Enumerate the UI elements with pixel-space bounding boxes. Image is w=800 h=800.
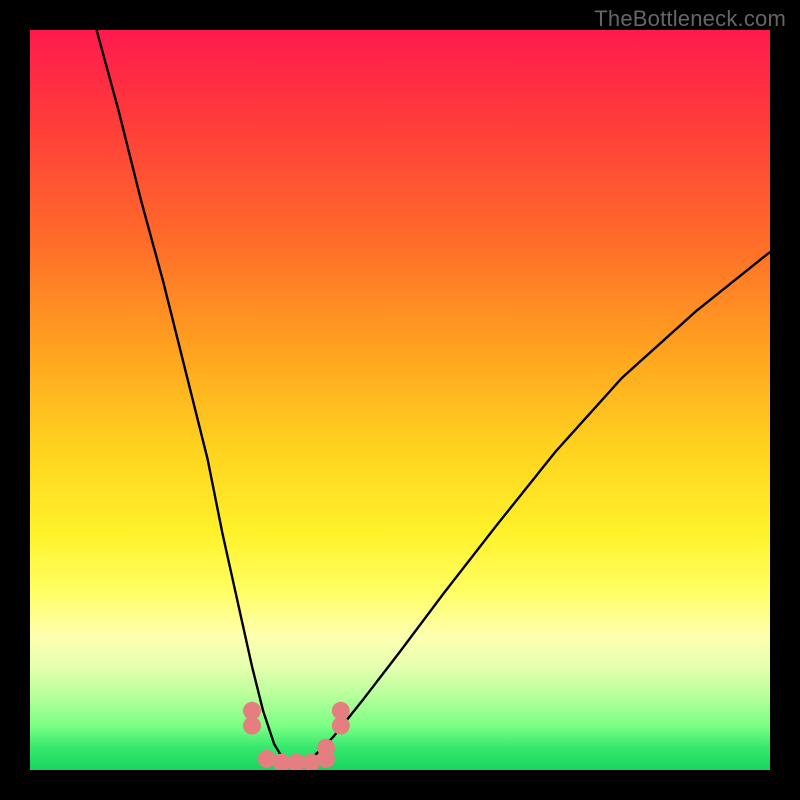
left-curve [97, 30, 297, 770]
watermark-text: TheBottleneck.com [594, 6, 786, 32]
optimal-marker [332, 702, 350, 720]
optimal-marker [317, 739, 335, 757]
chart-plot-area [30, 30, 770, 770]
chart-frame: TheBottleneck.com [0, 0, 800, 800]
chart-svg [30, 30, 770, 770]
right-curve [296, 252, 770, 770]
optimal-marker [243, 702, 261, 720]
